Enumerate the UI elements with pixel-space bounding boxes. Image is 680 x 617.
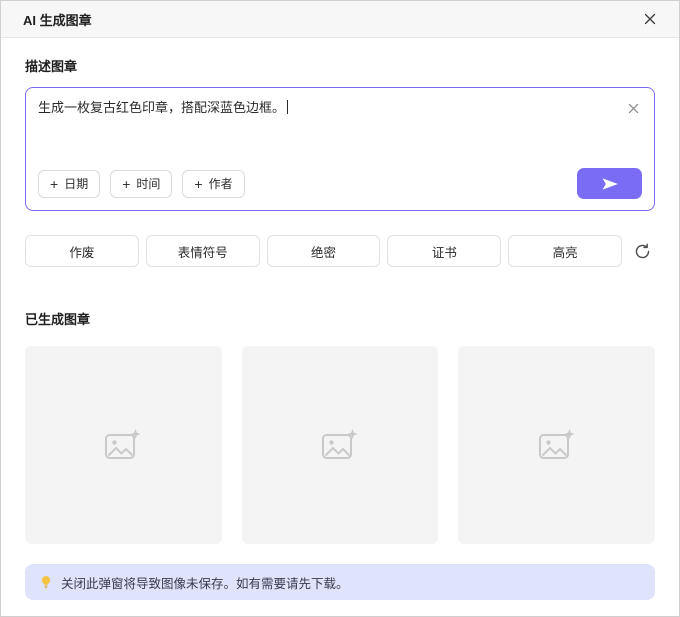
- describe-label: 描述图章: [25, 59, 78, 74]
- dialog-body: 描述图章 生成一枚复古红色印章，搭配深蓝色边框。 + 日期 + 时间 + 作者 …: [1, 38, 679, 600]
- ai-stamp-dialog: AI 生成图章 描述图章 生成一枚复古红色印章，搭配深蓝色边框。 + 日期 + …: [0, 0, 680, 617]
- image-placeholder-icon: [538, 429, 575, 459]
- plus-icon: +: [122, 175, 131, 192]
- refresh-suggestions-button[interactable]: [629, 238, 655, 264]
- lightbulb-icon: [41, 576, 51, 589]
- suggestion-emoji[interactable]: 表情符号: [145, 235, 260, 267]
- dialog-title: AI 生成图章: [23, 12, 92, 28]
- send-button[interactable]: [577, 168, 642, 199]
- suggestion-certificate[interactable]: 证书: [387, 235, 502, 267]
- image-placeholder-icon: [322, 429, 358, 459]
- stamp-placeholder-card: [25, 346, 222, 544]
- notice-bar: 关闭此弹窗将导致图像未保存。如有需要请先下载。: [25, 564, 655, 600]
- suggestion-top-secret[interactable]: 绝密: [266, 235, 381, 267]
- send-icon: [602, 177, 618, 190]
- text-caret: [287, 100, 289, 114]
- titlebar: AI 生成图章: [1, 1, 679, 38]
- add-date-chip[interactable]: + 日期: [38, 169, 101, 198]
- plus-icon: +: [50, 175, 59, 192]
- stamp-placeholder-card: [458, 346, 656, 544]
- prompt-top-row: 生成一枚复古红色印章，搭配深蓝色边框。: [38, 99, 642, 117]
- suggestion-void[interactable]: 作废: [25, 235, 139, 267]
- add-author-chip[interactable]: + 作者: [182, 169, 245, 198]
- notice-text: 关闭此弹窗将导致图像未保存。如有需要请先下载。: [61, 576, 349, 591]
- prompt-text: 生成一枚复古红色印章，搭配深蓝色边框。: [38, 100, 286, 115]
- close-icon: [644, 13, 656, 25]
- generated-cards: [25, 346, 656, 544]
- chip-label: 时间: [136, 177, 161, 191]
- clear-input-button[interactable]: [624, 99, 642, 117]
- image-placeholder-icon: [105, 429, 141, 459]
- add-time-chip[interactable]: + 时间: [110, 169, 173, 198]
- prompt-input[interactable]: 生成一枚复古红色印章，搭配深蓝色边框。: [38, 99, 616, 117]
- chip-label: 作者: [208, 177, 233, 191]
- chip-label: 日期: [64, 177, 89, 191]
- generated-label: 已生成图章: [25, 312, 91, 327]
- suggestion-row: 作废 表情符号 绝密 证书 高亮: [25, 235, 655, 267]
- prompt-bottom-row: + 日期 + 时间 + 作者: [38, 168, 642, 199]
- prompt-box: 生成一枚复古红色印章，搭配深蓝色边框。 + 日期 + 时间 + 作者: [25, 87, 655, 211]
- clear-icon: [628, 103, 638, 113]
- refresh-icon: [635, 243, 649, 258]
- suggestion-highlight[interactable]: 高亮: [508, 235, 623, 267]
- close-button[interactable]: [639, 8, 661, 30]
- stamp-placeholder-card: [241, 346, 439, 544]
- plus-icon: +: [194, 175, 203, 192]
